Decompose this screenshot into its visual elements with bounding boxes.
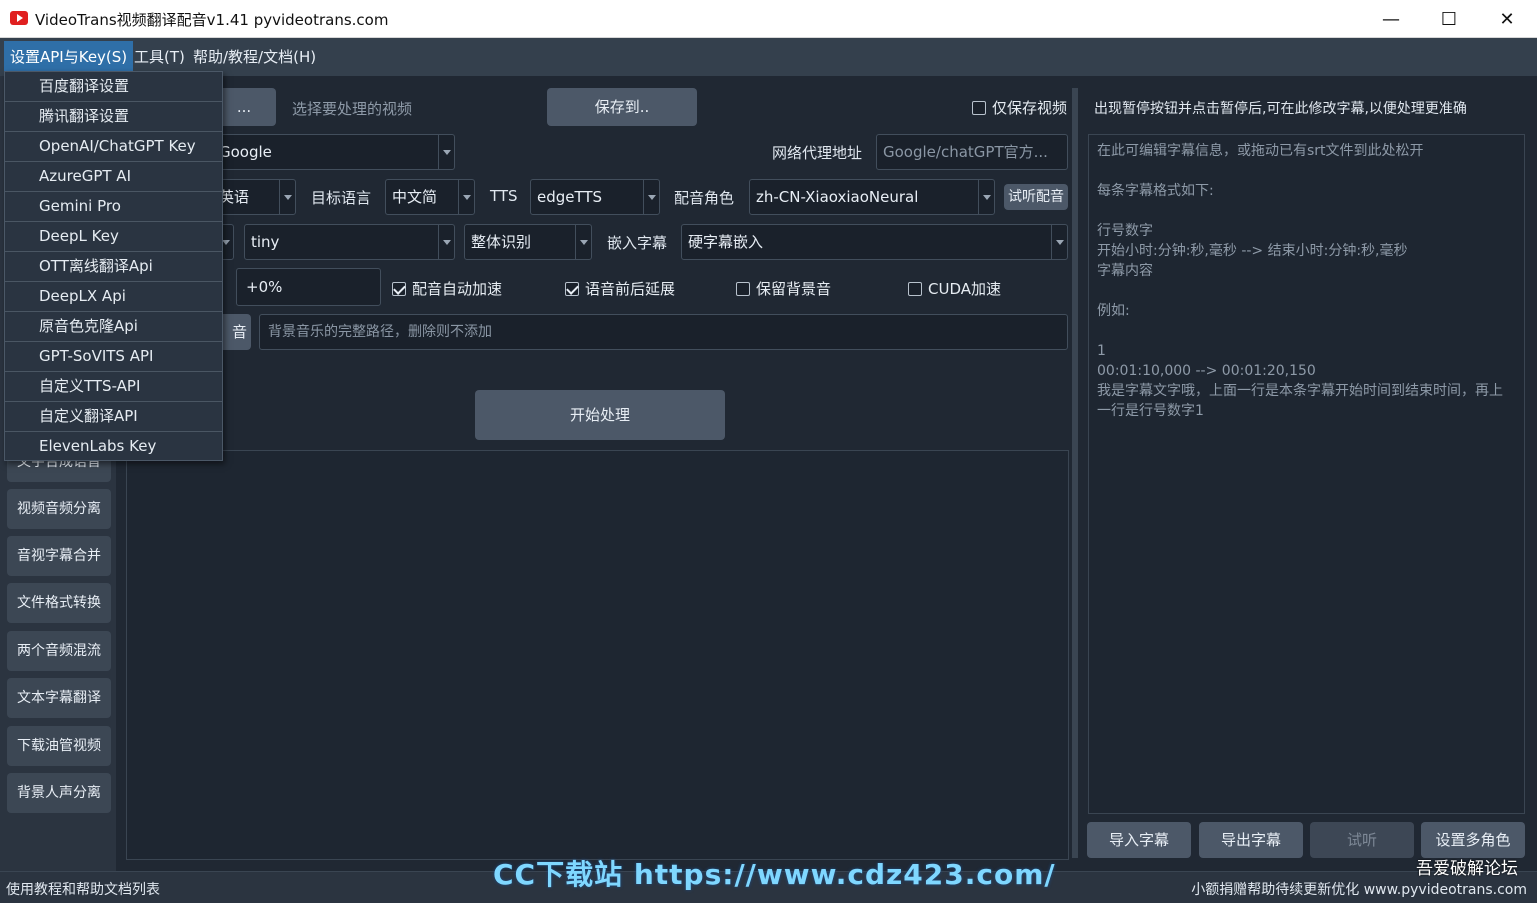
window-title: VideoTrans视频翻译配音v1.41 pyvideotrans.com bbox=[35, 11, 389, 29]
pause-hint: 出现暂停按钮并点击暂停后,可在此修改字幕,以便处理更准确 bbox=[1094, 101, 1467, 117]
donate-link[interactable]: 小额捐赠帮助待续更新优化 www.pyvideotrans.com bbox=[1191, 879, 1527, 899]
only-save-video-checkbox[interactable]: 仅保存视频 bbox=[972, 97, 1067, 118]
checkbox-box bbox=[908, 281, 922, 296]
title-bar: VideoTrans视频翻译配音v1.41 pyvideotrans.com —… bbox=[0, 0, 1537, 38]
menu-item-tencent[interactable]: 腾讯翻译设置 bbox=[5, 102, 222, 132]
chevron-down-icon bbox=[978, 180, 994, 214]
checkbox-box bbox=[736, 281, 750, 296]
keep-bgm-checkbox[interactable]: 保留背景音 bbox=[736, 278, 831, 299]
chevron-down-icon bbox=[279, 180, 295, 214]
auto-speed-label: 配音自动加速 bbox=[412, 280, 503, 298]
sidebar-item-merge-subtitle[interactable]: 音视字幕合并 bbox=[7, 536, 111, 576]
tts-label: TTS bbox=[490, 187, 518, 205]
auto-speed-checkbox[interactable]: 配音自动加速 bbox=[392, 278, 502, 299]
select-video-hint: 选择要处理的视频 bbox=[292, 100, 413, 118]
voice-role-value: zh-CN-XiaoxiaoNeural bbox=[756, 188, 919, 206]
cuda-label: CUDA加速 bbox=[928, 280, 1002, 298]
voice-role-label: 配音角色 bbox=[674, 189, 735, 207]
menu-tools[interactable]: 工具(T) bbox=[128, 41, 191, 73]
sidebar-item-youtube-download[interactable]: 下载油管视频 bbox=[7, 726, 111, 766]
settings-dropdown-menu: 百度翻译设置 腾讯翻译设置 OpenAI/ChatGPT Key AzureGP… bbox=[4, 71, 223, 461]
proxy-input[interactable]: Google/chatGPT官方... bbox=[876, 134, 1068, 170]
whisper-model-select[interactable]: tiny bbox=[244, 224, 455, 260]
translate-engine-select[interactable]: Google bbox=[212, 134, 455, 170]
sidebar-item-audio-mix[interactable]: 两个音频混流 bbox=[7, 631, 111, 671]
sidebar-item-vocal-separate[interactable]: 背景人声分离 bbox=[7, 773, 111, 813]
menu-item-clone-voice[interactable]: 原音色克隆Api bbox=[5, 312, 222, 342]
embed-subtitle-select[interactable]: 硬字幕嵌入 bbox=[681, 224, 1068, 260]
menu-item-custom-translate[interactable]: 自定义翻译API bbox=[5, 402, 222, 432]
sidebar-item-separate-audio[interactable]: 视频音频分离 bbox=[7, 489, 111, 529]
listen-button[interactable]: 试听 bbox=[1310, 822, 1414, 858]
help-docs-link[interactable]: 使用教程和帮助文档列表 bbox=[6, 879, 160, 899]
subtitle-panel: 出现暂停按钮并点击暂停后,可在此修改字幕,以便处理更准确 在此可编辑字幕信息，或… bbox=[1080, 76, 1537, 871]
embed-subtitle-value: 硬字幕嵌入 bbox=[688, 233, 764, 251]
whisper-model-value: tiny bbox=[251, 233, 280, 251]
cuda-checkbox[interactable]: CUDA加速 bbox=[908, 278, 1001, 299]
menu-item-gpt-sovits[interactable]: GPT-SoVITS API bbox=[5, 342, 222, 372]
menu-item-baidu[interactable]: 百度翻译设置 bbox=[5, 72, 222, 102]
menu-bar: 设置API与Key(S) 工具(T) 帮助/教程/文档(H) bbox=[0, 38, 1537, 76]
sidebar-item-format-convert[interactable]: 文件格式转换 bbox=[7, 583, 111, 623]
checkbox-box bbox=[972, 100, 986, 115]
target-language-select[interactable]: 中文简 bbox=[385, 179, 475, 215]
tts-engine-value: edgeTTS bbox=[537, 188, 603, 206]
sidebar-item-subtitle-translate[interactable]: 文本字幕翻译 bbox=[7, 678, 111, 718]
keep-bgm-label: 保留背景音 bbox=[756, 280, 832, 298]
minimize-button[interactable]: — bbox=[1362, 0, 1420, 38]
menu-settings-api[interactable]: 设置API与Key(S) bbox=[4, 41, 134, 73]
source-language-select[interactable]: 英语 bbox=[212, 179, 296, 215]
source-language-value: 英语 bbox=[219, 188, 250, 206]
extend-audio-label: 语音前后延展 bbox=[585, 280, 676, 298]
watermark-site: CC下载站 https://www.cdz423.com/ bbox=[493, 858, 1056, 891]
bgm-path-input[interactable]: 背景音乐的完整路径，删除则不添加 bbox=[259, 314, 1068, 350]
menu-item-ott[interactable]: OTT离线翻译Api bbox=[5, 252, 222, 282]
maximize-button[interactable]: ☐ bbox=[1420, 0, 1478, 38]
chevron-down-icon bbox=[438, 225, 454, 259]
voice-role-select[interactable]: zh-CN-XiaoxiaoNeural bbox=[749, 179, 995, 215]
splitter-handle[interactable] bbox=[1072, 88, 1078, 858]
chevron-down-icon bbox=[438, 135, 454, 169]
checkbox-box bbox=[392, 281, 406, 296]
chevron-down-icon bbox=[643, 180, 659, 214]
close-button[interactable]: ✕ bbox=[1478, 0, 1536, 38]
embed-subtitle-label: 嵌入字幕 bbox=[607, 234, 668, 252]
menu-item-gemini[interactable]: Gemini Pro bbox=[5, 192, 222, 222]
voice-rate-input[interactable]: +0% bbox=[236, 268, 381, 306]
chevron-down-icon bbox=[458, 180, 474, 214]
chevron-down-icon bbox=[1051, 225, 1067, 259]
log-area bbox=[126, 450, 1069, 860]
chevron-down-icon bbox=[575, 225, 591, 259]
start-button[interactable]: 开始处理 bbox=[475, 390, 725, 440]
save-to-button[interactable]: 保存到.. bbox=[547, 88, 697, 126]
menu-item-openai[interactable]: OpenAI/ChatGPT Key bbox=[5, 132, 222, 162]
checkbox-box bbox=[565, 281, 579, 296]
subtitle-editor[interactable]: 在此可编辑字幕信息，或拖动已有srt文件到此处松开 每条字幕格式如下: 行号数字… bbox=[1088, 134, 1525, 814]
menu-item-deeplx[interactable]: DeepLX Api bbox=[5, 282, 222, 312]
multi-role-button[interactable]: 设置多角色 bbox=[1421, 822, 1525, 858]
preview-voice-button[interactable]: 试听配音 bbox=[1004, 184, 1068, 210]
recognize-mode-value: 整体识别 bbox=[471, 233, 532, 251]
target-language-value: 中文简 bbox=[392, 188, 438, 206]
menu-item-custom-tts[interactable]: 自定义TTS-API bbox=[5, 372, 222, 402]
menu-item-deepl[interactable]: DeepL Key bbox=[5, 222, 222, 252]
recognize-mode-select[interactable]: 整体识别 bbox=[464, 224, 592, 260]
tts-engine-select[interactable]: edgeTTS bbox=[530, 179, 660, 215]
target-language-label: 目标语言 bbox=[311, 189, 372, 207]
watermark-forum: 吾爱破解论坛 bbox=[1416, 859, 1518, 879]
app-logo-icon bbox=[10, 11, 28, 25]
export-subtitle-button[interactable]: 导出字幕 bbox=[1199, 822, 1303, 858]
translate-engine-value: Google bbox=[219, 143, 272, 161]
main-panel: ... 选择要处理的视频 保存到.. 仅保存视频 Google 网络代理地址 G… bbox=[116, 76, 1080, 871]
menu-item-azuregpt[interactable]: AzureGPT AI bbox=[5, 162, 222, 192]
menu-item-elevenlabs[interactable]: ElevenLabs Key bbox=[5, 432, 222, 462]
only-save-video-label: 仅保存视频 bbox=[992, 99, 1068, 117]
proxy-label: 网络代理地址 bbox=[772, 144, 863, 162]
import-subtitle-button[interactable]: 导入字幕 bbox=[1087, 822, 1191, 858]
extend-audio-checkbox[interactable]: 语音前后延展 bbox=[565, 278, 675, 299]
menu-help[interactable]: 帮助/教程/文档(H) bbox=[187, 41, 322, 73]
